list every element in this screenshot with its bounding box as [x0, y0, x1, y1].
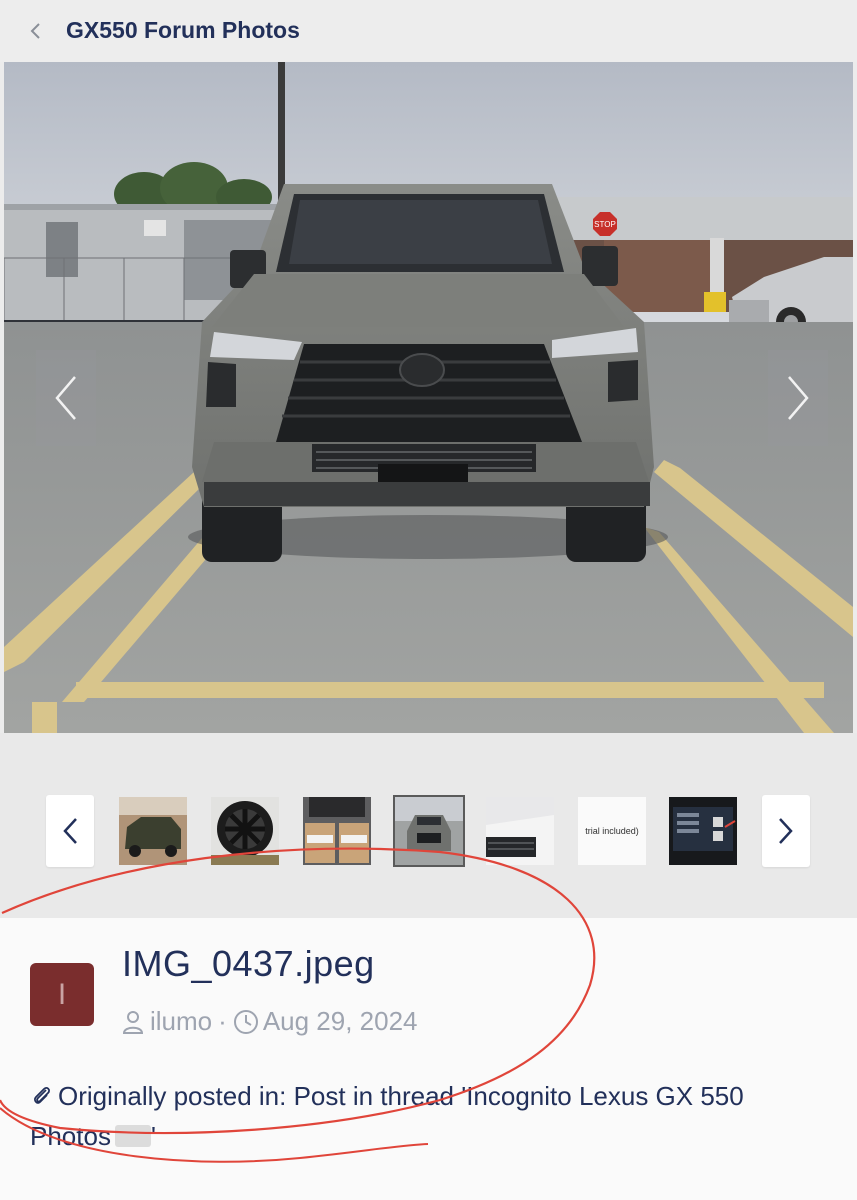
chevron-left-icon: [55, 376, 76, 420]
media-filename: IMG_0437.jpeg: [122, 943, 375, 984]
paperclip-icon: [34, 1087, 50, 1104]
back-button[interactable]: [22, 16, 50, 46]
thumbnail-image: [669, 797, 737, 865]
thumbnail-screen[interactable]: [669, 797, 737, 865]
page-title: GX550 Forum Photos: [66, 17, 300, 43]
thumbnail-image: [395, 797, 463, 865]
thumbnail-strip: trial included): [0, 733, 857, 918]
media-info-panel: I IMG_0437.jpeg ilumo · Aug 29, 2024 Ori…: [0, 918, 857, 1200]
thumbnail-boxes[interactable]: [303, 797, 371, 865]
chevron-right-icon: [779, 818, 793, 844]
top-bar: GX550 Forum Photos: [0, 0, 857, 62]
chevron-right-icon: [788, 376, 809, 420]
thumbnail-caption: trial included): [578, 797, 646, 865]
thumbnail-image: [119, 797, 187, 865]
author-link[interactable]: ilumo: [150, 1006, 212, 1037]
stop-sign-text: STOP: [594, 220, 616, 229]
previous-photo-button[interactable]: [36, 350, 96, 446]
thumbnail-image: [486, 797, 554, 865]
thumbnails-next-button[interactable]: [762, 795, 810, 867]
meta-separator: ·: [218, 1006, 227, 1036]
user-icon: [122, 1010, 144, 1034]
blurred-emoji: [114, 1125, 151, 1147]
next-photo-button[interactable]: [768, 350, 828, 446]
thumbnail-image: [303, 797, 371, 865]
thumbnail-text[interactable]: trial included): [578, 797, 646, 865]
thumbnail-wheel[interactable]: [211, 797, 279, 865]
originally-posted-in: Originally posted in: Post in thread 'In…: [30, 1076, 830, 1156]
clock-icon: [233, 1009, 258, 1034]
main-photo: STOP: [4, 62, 853, 733]
post-date[interactable]: Aug 29, 2024: [263, 1006, 418, 1037]
thumbnail-suv-front-grey[interactable]: [393, 795, 465, 867]
thumbnail-image: [211, 797, 279, 865]
avatar[interactable]: I: [30, 963, 94, 1026]
posted-prefix: Originally posted in:: [58, 1081, 287, 1111]
thumbnails-prev-button[interactable]: [46, 795, 94, 867]
chevron-left-icon: [63, 818, 77, 844]
posted-suffix: ': [150, 1121, 156, 1151]
thumbnail-suv-dark-green[interactable]: [119, 797, 187, 865]
vehicle-photo: STOP: [4, 62, 853, 733]
media-meta: ilumo · Aug 29, 2024: [120, 1006, 418, 1037]
thumbnail-suv-white-front[interactable]: [486, 797, 554, 865]
chevron-left-icon: [30, 23, 40, 39]
